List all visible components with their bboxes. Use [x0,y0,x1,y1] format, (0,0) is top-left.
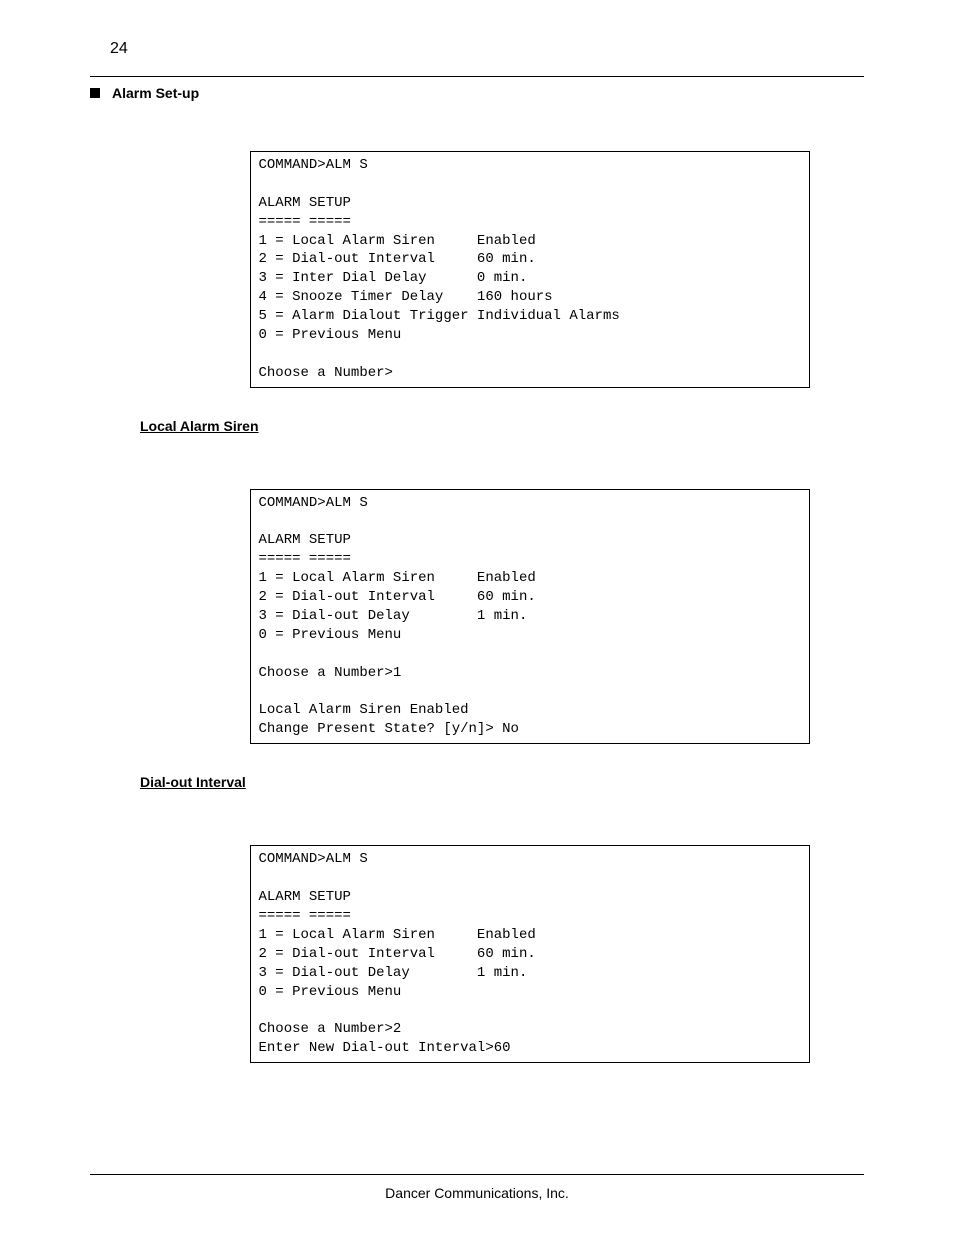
code-block-2-wrap: COMMAND>ALM S ALARM SETUP ===== ===== 1 … [195,489,864,745]
sub-heading-1: Local Alarm Siren [140,418,864,434]
top-rule [90,76,864,77]
section-title: Alarm Set-up [90,85,864,101]
code-block-2: COMMAND>ALM S ALARM SETUP ===== ===== 1 … [250,489,810,745]
sub-wrap-2: Dial-out Interval [140,774,864,790]
section-title-text: Alarm Set-up [112,85,199,101]
page-number: 24 [110,40,864,58]
code-block-1-wrap: COMMAND>ALM S ALARM SETUP ===== ===== 1 … [195,151,864,388]
sub-wrap-1: Local Alarm Siren [140,418,864,434]
footer-text: Dancer Communications, Inc. [90,1185,864,1201]
page: 24 Alarm Set-up COMMAND>ALM S ALARM SETU… [0,0,954,1235]
code-block-1: COMMAND>ALM S ALARM SETUP ===== ===== 1 … [250,151,810,388]
footer-area: Dancer Communications, Inc. [90,1174,864,1201]
bottom-rule [90,1174,864,1175]
code-block-3: COMMAND>ALM S ALARM SETUP ===== ===== 1 … [250,845,810,1063]
code-block-3-wrap: COMMAND>ALM S ALARM SETUP ===== ===== 1 … [195,845,864,1063]
sub-heading-2: Dial-out Interval [140,774,864,790]
square-bullet-icon [90,88,100,98]
